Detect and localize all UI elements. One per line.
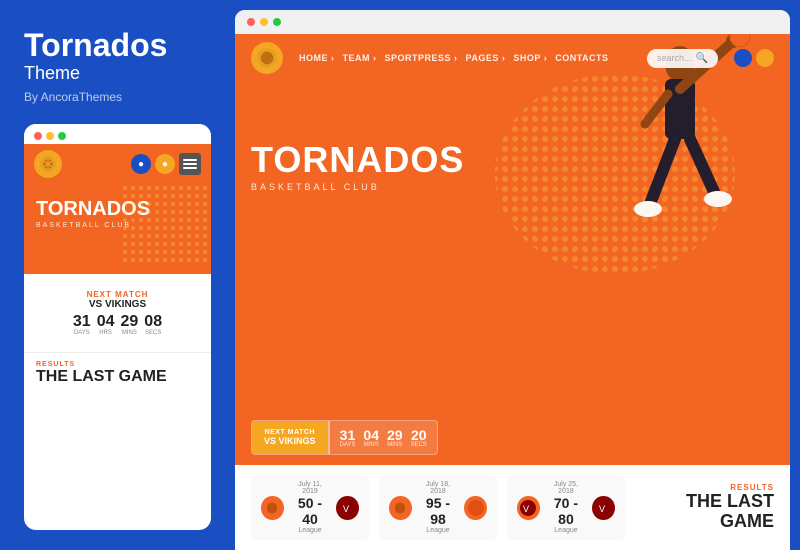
team-logo-vik2 bbox=[464, 496, 487, 520]
hero-title: TORNADOS bbox=[251, 142, 774, 178]
game-card-2: July 18, 2018 95 - 98 League bbox=[379, 475, 497, 540]
match-vs-label: VS VIKINGS bbox=[264, 436, 316, 446]
team-logo-tor3: V bbox=[517, 496, 540, 520]
nav-shop[interactable]: SHOP › bbox=[513, 53, 547, 63]
team-logo-vik3: V bbox=[592, 496, 615, 520]
next-match-label: NEXT MATCH bbox=[44, 290, 191, 299]
site-hero: HOME › TEAM › SPORTPRESS › PAGES › SHOP … bbox=[235, 34, 790, 465]
hamburger-icon[interactable] bbox=[179, 153, 201, 175]
dot-red bbox=[34, 132, 42, 140]
match-count-mins2: 29 Mins bbox=[387, 428, 403, 448]
brand-title: Tornados bbox=[24, 28, 211, 63]
brand-by: By AncoraThemes bbox=[24, 90, 211, 104]
nav-contacts[interactable]: CONTACTS bbox=[555, 53, 608, 63]
match-countdown: 31 Days 04 Mins 29 Mins 20 Secs bbox=[330, 422, 437, 454]
match-banner: NEXT MATCH VS VIKINGS 31 Days 04 Mins 29… bbox=[251, 420, 438, 455]
nav-icon-yellow bbox=[756, 49, 774, 67]
last-game-title: THE LAST GAME bbox=[635, 492, 774, 532]
mobile-match-card: NEXT MATCH VS VIKINGS 31 Days 04 Hrs 29 … bbox=[34, 282, 201, 344]
site-logo bbox=[251, 42, 283, 74]
nav-links: HOME › TEAM › SPORTPRESS › PAGES › SHOP … bbox=[299, 53, 637, 63]
mobile-results: RESULTS THE LAST GAME bbox=[24, 352, 211, 394]
browser-dot-red bbox=[247, 18, 255, 26]
svg-text:V: V bbox=[343, 504, 349, 514]
nav-pages[interactable]: PAGES › bbox=[466, 53, 506, 63]
match-count-secs: 20 Secs bbox=[411, 428, 427, 448]
search-icon: 🔍 bbox=[696, 53, 708, 64]
mobile-header: ● ● bbox=[24, 144, 211, 184]
nav-right-icons bbox=[734, 49, 774, 67]
browser-dot-green bbox=[273, 18, 281, 26]
count-hrs: 04 Hrs bbox=[97, 314, 115, 336]
nav-team[interactable]: TEAM › bbox=[343, 53, 377, 63]
hero-content: TORNADOS BASKETBALL CLUB bbox=[235, 82, 790, 208]
team-logo-vik1: V bbox=[336, 496, 359, 520]
search-box[interactable]: search... 🔍 bbox=[647, 49, 718, 68]
count-days: 31 Days bbox=[73, 314, 91, 336]
mobile-mockup: ● ● TORNADOS BASKETBALL CLUB NEXT M bbox=[24, 124, 211, 530]
dot-green bbox=[58, 132, 66, 140]
site-nav: HOME › TEAM › SPORTPRESS › PAGES › SHOP … bbox=[235, 34, 790, 82]
game-card-1: July 11, 2019 50 - 40 League V bbox=[251, 475, 369, 540]
match-count-days: 31 Days bbox=[340, 428, 356, 448]
left-panel: Tornados Theme By AncoraThemes ● ● bbox=[0, 0, 235, 550]
svg-text:V: V bbox=[523, 504, 529, 514]
game-card-3: V July 25, 2018 70 - 80 League V bbox=[507, 475, 625, 540]
mobile-logo bbox=[34, 150, 62, 178]
search-placeholder: search... bbox=[657, 53, 692, 63]
game-info-2: July 18, 2018 95 - 98 League bbox=[418, 481, 459, 534]
count-mins: 29 Mins bbox=[121, 314, 139, 336]
match-next-label: NEXT MATCH bbox=[264, 429, 316, 436]
game-info-1: July 11, 2019 50 - 40 League bbox=[290, 481, 331, 534]
nav-icon-blue bbox=[734, 49, 752, 67]
brand-subtitle: Theme bbox=[24, 63, 211, 84]
mobile-header-icons: ● ● bbox=[131, 153, 201, 175]
countdown-row: 31 Days 04 Hrs 29 Mins 08 Secs bbox=[44, 314, 191, 336]
last-game-section: RESULTS THE LAST GAME bbox=[635, 483, 774, 532]
game-info-3: July 25, 2018 70 - 80 League bbox=[546, 481, 587, 534]
nav-home[interactable]: HOME › bbox=[299, 53, 335, 63]
mobile-titlebar bbox=[24, 124, 211, 144]
vs-label: VS VIKINGS bbox=[44, 299, 191, 310]
team-logo-tor1 bbox=[261, 496, 284, 520]
hero-sub: BASKETBALL CLUB bbox=[251, 182, 774, 192]
team-logo-tor2 bbox=[389, 496, 412, 520]
browser-dot-yellow bbox=[260, 18, 268, 26]
icon-circle-blue: ● bbox=[131, 154, 151, 174]
browser-mockup: HOME › TEAM › SPORTPRESS › PAGES › SHOP … bbox=[235, 10, 790, 550]
mobile-results-label: RESULTS bbox=[36, 361, 199, 368]
match-divider bbox=[328, 421, 330, 454]
count-secs: 08 Secs bbox=[144, 314, 162, 336]
icon-circle-yellow: ● bbox=[155, 154, 175, 174]
mobile-hero: TORNADOS BASKETBALL CLUB bbox=[24, 184, 211, 274]
mobile-results-title: THE LAST GAME bbox=[36, 368, 199, 386]
browser-titlebar bbox=[235, 10, 790, 34]
results-row: July 11, 2019 50 - 40 League V July 18, … bbox=[235, 465, 790, 550]
match-count-mins: 04 Mins bbox=[363, 428, 379, 448]
halftone-pattern bbox=[121, 184, 211, 264]
match-left: NEXT MATCH VS VIKINGS bbox=[252, 421, 328, 454]
dot-yellow bbox=[46, 132, 54, 140]
nav-sportpress[interactable]: SPORTPRESS › bbox=[385, 53, 458, 63]
svg-text:V: V bbox=[599, 504, 605, 514]
